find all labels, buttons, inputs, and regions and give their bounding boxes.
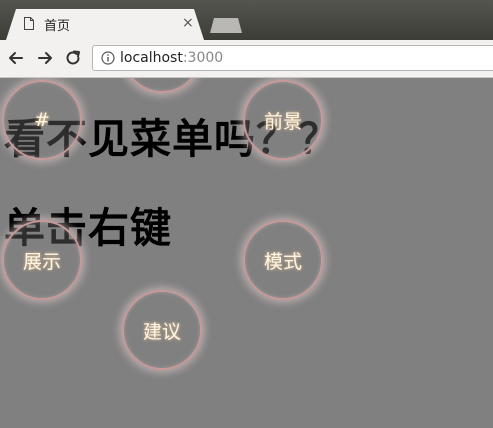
back-arrow-icon[interactable] [6,48,26,68]
url-port: :3000 [182,50,224,66]
url-host: localhost [120,50,183,66]
address-bar[interactable]: localhost:3000 [92,45,493,71]
page-icon [24,17,34,30]
info-icon[interactable] [101,51,115,65]
menu-item-mode[interactable]: 模式 [243,220,323,300]
tab-home[interactable]: 首页 × [6,9,204,40]
menu-item-foreground[interactable]: 前景 [243,80,323,160]
menu-item-suggestion[interactable]: 建议 [122,290,202,370]
new-tab-button[interactable] [210,18,242,33]
browser-toolbar: localhost:3000 [0,40,493,78]
url-text: localhost:3000 [120,50,223,66]
menu-item-hash[interactable]: # [2,80,82,160]
forward-arrow-icon[interactable] [35,48,55,68]
tab-title: 首页 [44,19,71,34]
reload-icon[interactable] [63,48,83,68]
menu-item-top[interactable] [122,78,202,93]
tab-strip: 首页 × [0,0,493,40]
menu-item-showcase[interactable]: 展示 [2,220,82,300]
close-icon[interactable]: × [182,15,194,31]
page-content: 看不见菜单吗？？ 单击右键 # 前景 展示 模式 建议 [0,78,493,428]
